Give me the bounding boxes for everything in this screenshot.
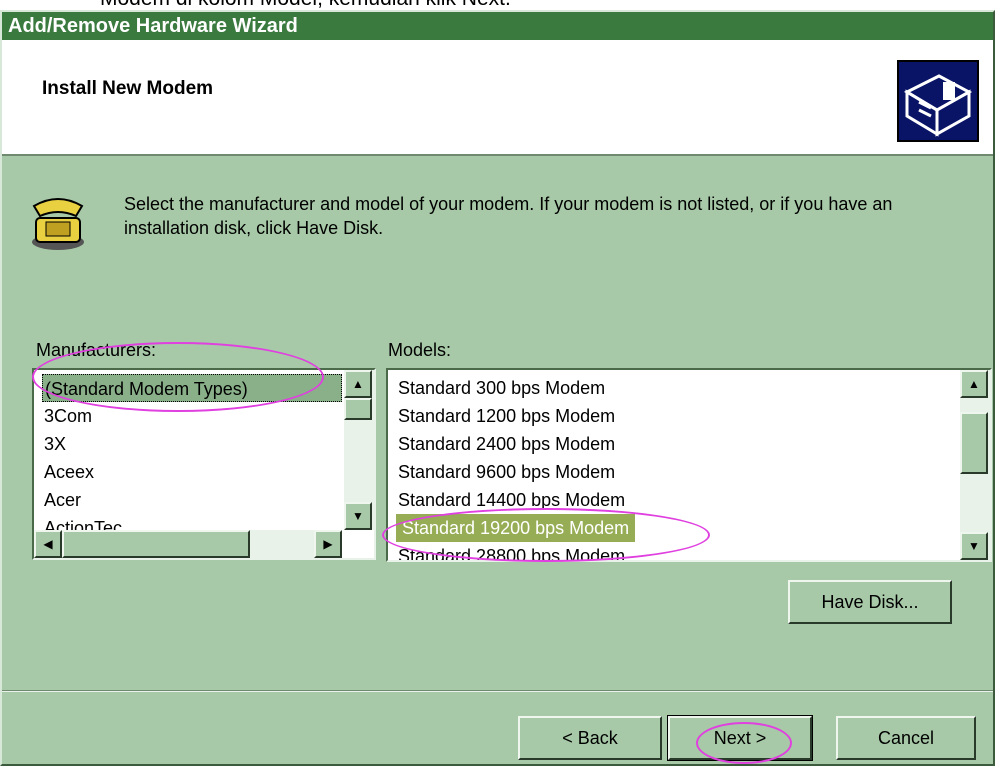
model-item[interactable]: Standard 28800 bps Modem <box>396 542 958 560</box>
scroll-down-icon[interactable]: ▼ <box>960 532 988 560</box>
wizard-window: Add/Remove Hardware Wizard Install New M… <box>0 10 995 766</box>
wizard-header: Install New Modem <box>2 40 993 156</box>
manufacturer-item[interactable]: 3Com <box>42 402 342 430</box>
models-items: Standard 300 bps Modem Standard 1200 bps… <box>396 374 958 560</box>
scroll-up-icon[interactable]: ▲ <box>344 370 372 398</box>
scroll-up-icon[interactable]: ▲ <box>960 370 988 398</box>
scroll-left-icon[interactable]: ◀ <box>34 530 62 558</box>
back-button[interactable]: < Back <box>518 716 662 760</box>
model-item[interactable]: Standard 14400 bps Modem <box>396 486 958 514</box>
cancel-button[interactable]: Cancel <box>836 716 976 760</box>
scroll-thumb[interactable] <box>960 412 988 474</box>
have-disk-button[interactable]: Have Disk... <box>788 580 952 624</box>
scroll-down-icon[interactable]: ▼ <box>344 502 372 530</box>
model-item[interactable]: Standard 2400 bps Modem <box>396 430 958 458</box>
models-listbox[interactable]: Standard 300 bps Modem Standard 1200 bps… <box>386 368 992 562</box>
page-caption: Modem di kolom Model, kemudian klik Next… <box>100 0 511 10</box>
manufacturers-hscroll[interactable]: ◀ ▶ <box>34 530 342 558</box>
scroll-thumb[interactable] <box>62 530 250 558</box>
scroll-right-icon[interactable]: ▶ <box>314 530 342 558</box>
manufacturer-item[interactable]: Acer <box>42 486 342 514</box>
page-title: Install New Modem <box>42 78 214 99</box>
model-item[interactable]: Standard 300 bps Modem <box>396 374 958 402</box>
manufacturer-item[interactable]: ActionTec <box>42 514 342 530</box>
models-vscroll[interactable]: ▲ ▼ <box>960 370 990 560</box>
next-button[interactable]: Next > <box>667 715 813 761</box>
manufacturer-item[interactable]: (Standard Modem Types) <box>42 374 342 402</box>
model-item-selected[interactable]: Standard 19200 bps Modem <box>396 514 636 542</box>
manufacturer-item[interactable]: Aceex <box>42 458 342 486</box>
hardware-icon <box>897 60 979 142</box>
instruction-text: Select the manufacturer and model of you… <box>124 194 893 238</box>
manufacturers-vscroll[interactable]: ▲ ▼ <box>344 370 374 530</box>
manufacturers-listbox[interactable]: (Standard Modem Types) 3Com 3X Aceex Ace… <box>32 368 376 560</box>
scroll-thumb[interactable] <box>344 398 372 420</box>
separator <box>2 690 993 692</box>
title-bar[interactable]: Add/Remove Hardware Wizard <box>2 12 993 40</box>
manufacturers-label: Manufacturers: <box>36 340 157 360</box>
phone-icon <box>28 190 88 252</box>
manufacturer-item[interactable]: 3X <box>42 430 342 458</box>
manufacturers-items: (Standard Modem Types) 3Com 3X Aceex Ace… <box>42 374 342 530</box>
model-item[interactable]: Standard 9600 bps Modem <box>396 458 958 486</box>
models-label: Models: <box>388 340 452 360</box>
model-item[interactable]: Standard 1200 bps Modem <box>396 402 958 430</box>
